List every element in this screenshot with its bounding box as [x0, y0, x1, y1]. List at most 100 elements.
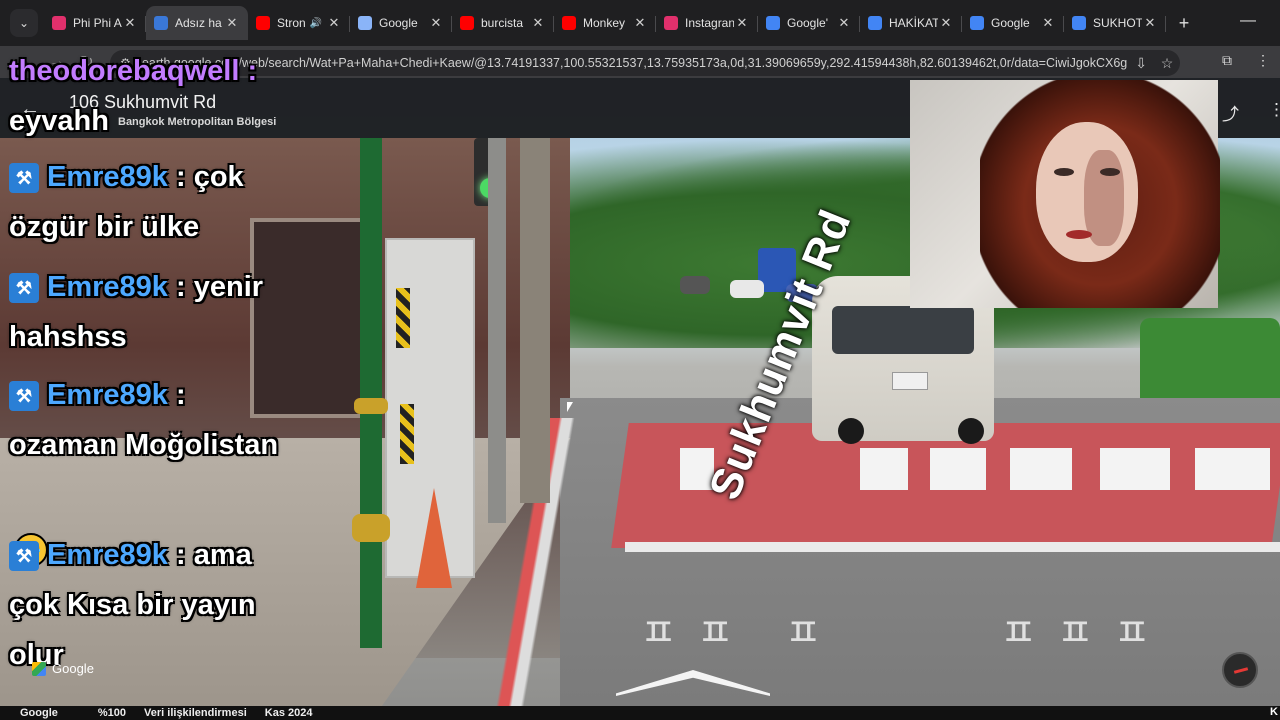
status-corner: K — [1270, 706, 1278, 718]
status-zoom[interactable]: %100 — [98, 707, 126, 719]
chat-line: ⚒ Emre89k : yenir — [9, 271, 263, 304]
tab-label: HAKİKAT — [889, 16, 938, 30]
tab-label: Monkey — [583, 16, 626, 30]
close-icon[interactable]: ✕ — [530, 15, 546, 31]
youtube-icon — [460, 16, 474, 30]
close-icon[interactable]: ✕ — [122, 15, 138, 31]
car — [680, 276, 710, 294]
tab-strip: ⌄ Phi Phi A ✕ Adsız ha ✕ Stron 🔊 ✕ Google ✕ burci… — [0, 0, 1280, 46]
status-bar: Google %100 Veri ilişkilendirmesi Kas 20… — [0, 706, 1280, 720]
tab-label: Adsız ha — [175, 16, 222, 30]
chat-line: çok Kısa bir yayın — [9, 589, 256, 621]
browser-tab[interactable]: Monkey ✕ — [554, 6, 656, 40]
chat-line: ⚒ Emre89k : ama — [9, 539, 252, 572]
road-marking: ㅍㅍ ㅍ — [640, 611, 842, 655]
status-date: Kas 2024 — [264, 707, 313, 719]
chat-line: theodorebaqwell : — [9, 55, 257, 88]
youtube-icon — [256, 16, 270, 30]
crosswalk-stripe — [1195, 448, 1270, 490]
browser-tab[interactable]: Instagran ✕ — [656, 6, 758, 40]
van-wheel — [958, 418, 984, 444]
chat-line: ozaman Moğolistan — [9, 429, 279, 461]
chat-line: eyvahh — [9, 105, 109, 137]
browser-tab[interactable]: Phi Phi A ✕ — [44, 6, 146, 40]
speaker-icon[interactable]: 🔊 — [310, 18, 322, 29]
tab-label: burcista — [481, 16, 524, 30]
stream-chat-overlay: theodorebaqwell : eyvahh ⚒ Emre89k : çok … — [0, 55, 310, 695]
webcam-eye — [1054, 168, 1074, 176]
chat-username: theodorebaqwell : — [9, 55, 258, 87]
close-icon[interactable]: ✕ — [326, 15, 342, 31]
minimize-icon[interactable]: — — [1240, 12, 1256, 30]
install-app-icon[interactable]: ⇩ — [1128, 55, 1154, 72]
status-data-attribution[interactable]: Veri ilişkilendirmesi — [144, 707, 247, 719]
close-icon[interactable]: ✕ — [224, 15, 240, 31]
tab-label: Instagran — [685, 16, 734, 30]
car — [730, 280, 764, 298]
google-icon — [868, 16, 882, 30]
lamp-post-ring — [352, 514, 390, 542]
bookmark-star-icon[interactable]: ☆ — [1154, 55, 1180, 72]
new-tab-button[interactable]: + — [1170, 13, 1198, 34]
google-docs-icon — [970, 16, 984, 30]
google-watermark-text: Google — [52, 661, 94, 676]
instagram-icon — [664, 16, 678, 30]
chat-text: yenir — [193, 271, 264, 303]
instagram-icon — [52, 16, 66, 30]
close-icon[interactable]: ✕ — [938, 15, 954, 31]
tab-label: SUKHOT — [1093, 16, 1142, 30]
hedge — [1140, 318, 1280, 398]
browser-tab[interactable]: Google ✕ — [350, 6, 452, 40]
browser-tab[interactable]: Google ✕ — [962, 6, 1064, 40]
chat-username: Emre89k — [47, 539, 168, 571]
close-icon[interactable]: ✕ — [734, 15, 750, 31]
close-icon[interactable]: ✕ — [836, 15, 852, 31]
hammer-icon: ⚒ — [9, 541, 39, 572]
extensions-icon[interactable]: ⧉ — [1222, 52, 1232, 69]
utility-pole — [520, 138, 550, 503]
browser-tab[interactable]: Adsız ha ✕ — [146, 6, 248, 40]
lamp-post-ring — [354, 398, 388, 414]
tab-separator — [1165, 16, 1166, 32]
screen: ⌄ Phi Phi A ✕ Adsız ha ✕ Stron 🔊 ✕ Google ✕ burci… — [0, 0, 1280, 720]
chat-username: Emre89k — [47, 271, 168, 303]
chat-line: ⚒ Emre89k : çok — [9, 161, 244, 194]
chat-text: çok — [193, 161, 244, 193]
chat-line: hahshss — [9, 321, 127, 353]
close-icon[interactable]: ✕ — [1142, 15, 1158, 31]
google-icon — [1072, 16, 1086, 30]
browser-tab[interactable]: SUKHOT ✕ — [1064, 6, 1166, 40]
tab-search-button[interactable]: ⌄ — [10, 9, 38, 37]
browser-tab[interactable]: burcista ✕ — [452, 6, 554, 40]
green-lamp-post — [360, 138, 382, 648]
tab-label: Google' — [787, 16, 828, 30]
hammer-icon: ⚒ — [9, 381, 39, 412]
browser-tab[interactable]: HAKİKAT ✕ — [860, 6, 962, 40]
chat-username: Emre89k — [47, 161, 168, 193]
close-icon[interactable]: ✕ — [428, 15, 444, 31]
stop-line — [625, 542, 1280, 552]
crosswalk-stripe — [1010, 448, 1072, 490]
chat-line: ⚒ Emre89k : — [9, 379, 186, 412]
more-icon[interactable]: ⋮ — [1268, 100, 1280, 120]
tab-label: Google — [991, 16, 1030, 30]
traffic-cone — [416, 488, 452, 588]
browser-tab[interactable]: Google' ✕ — [758, 6, 860, 40]
tab-label: Stron — [277, 16, 306, 30]
browser-tab[interactable]: Stron 🔊 ✕ — [248, 6, 350, 40]
google-watermark: Google — [32, 661, 94, 676]
tab-label: Google — [379, 16, 418, 30]
close-icon[interactable]: ✕ — [632, 15, 648, 31]
share-icon[interactable]: ⤴ — [1222, 100, 1239, 125]
chevron-down-icon: ⌄ — [18, 16, 30, 30]
crosswalk-stripe — [930, 448, 986, 490]
menu-icon[interactable]: ⋮ — [1256, 52, 1270, 69]
chat-username: Emre89k — [47, 379, 168, 411]
mouse-cursor-icon — [567, 402, 573, 412]
tab-label: Phi Phi A — [73, 16, 122, 30]
crosswalk-stripe — [1100, 448, 1170, 490]
compass-icon[interactable] — [1222, 652, 1258, 688]
google-earth-icon — [154, 16, 168, 30]
close-icon[interactable]: ✕ — [1040, 15, 1056, 31]
webcam-eye — [1100, 168, 1120, 176]
